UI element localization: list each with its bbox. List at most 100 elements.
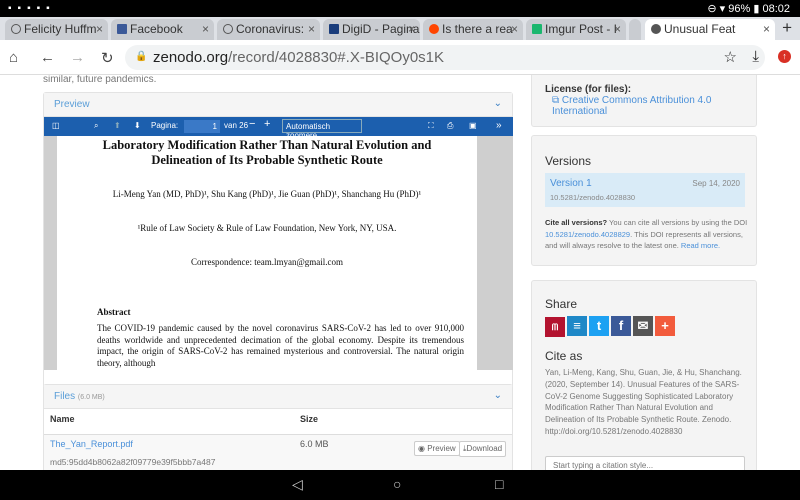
- column-header-size: Size: [300, 414, 319, 424]
- share-title: Share: [545, 297, 578, 311]
- license-box: License (for files): ⧉ Creative Commons …: [531, 75, 757, 127]
- file-md5: md5:95dd4b8062a82f09779e39f5bbb7a487: [50, 457, 216, 467]
- tab-title: Is there a rea: [442, 22, 513, 36]
- more-tools-icon[interactable]: »: [496, 120, 502, 131]
- tab-stack[interactable]: [629, 19, 641, 40]
- table-row: The_Yan_Report.pdf 6.0 MB ◉ Preview ⤓Dow…: [44, 434, 512, 470]
- search-icon[interactable]: ⌕: [94, 121, 98, 131]
- download-icon[interactable]: ⤓: [752, 48, 759, 65]
- close-tab-icon[interactable]: ×: [308, 22, 315, 36]
- new-tab-button[interactable]: +: [782, 18, 792, 38]
- notification-icons: ▪▪▪▪▪: [8, 3, 56, 14]
- fullscreen-icon[interactable]: ⛶: [428, 121, 434, 131]
- download-label: Download: [466, 444, 503, 453]
- zoom-out-button[interactable]: −: [249, 118, 255, 130]
- close-tab-icon[interactable]: ×: [202, 22, 209, 36]
- chevron-down-icon[interactable]: ⌄: [494, 98, 502, 109]
- previous-page-icon[interactable]: ⬆: [114, 121, 121, 130]
- zoom-in-button[interactable]: +: [264, 118, 270, 130]
- page-number-input[interactable]: 1: [184, 120, 220, 133]
- tab-title: Coronavirus:: [236, 22, 305, 36]
- tab[interactable]: Facebook ×: [111, 19, 214, 40]
- addthis-icon[interactable]: +: [655, 316, 675, 336]
- preview-header[interactable]: Preview ⌄: [44, 93, 512, 117]
- paper-authors: Li-Meng Yan (MD, PhD)¹, Shu Kang (PhD)¹,…: [112, 189, 422, 199]
- paper-correspondence: Correspondence: team.lmyan@gmail.com: [191, 257, 343, 267]
- paper-title: Laboratory Modification Rather Than Natu…: [102, 138, 432, 167]
- page-count: van 26: [224, 121, 249, 130]
- close-tab-icon[interactable]: ×: [763, 22, 770, 36]
- tab-favicon-icon: [223, 24, 233, 34]
- license-label: License (for files):: [545, 84, 632, 95]
- tab[interactable]: Felicity Huffm ×: [5, 19, 108, 40]
- tab-favicon-icon: [651, 24, 661, 34]
- tab-title: Unusual Feat: [664, 22, 736, 36]
- close-tab-icon[interactable]: ×: [408, 22, 415, 36]
- sidebar-toggle-icon[interactable]: ◫: [52, 121, 60, 130]
- file-link[interactable]: The_Yan_Report.pdf: [50, 439, 133, 449]
- twitter-icon[interactable]: t: [589, 316, 609, 336]
- chevron-down-icon[interactable]: ⌄: [494, 390, 502, 401]
- star-icon[interactable]: ☆: [724, 48, 737, 66]
- pdf-viewer[interactable]: Laboratory Modification Rather Than Natu…: [44, 136, 513, 370]
- tab[interactable]: DigiD - Pagina ×: [323, 19, 420, 40]
- lock-icon: 🔒: [135, 51, 148, 62]
- pdf-toolbar: ◫ ⌕ ⬆ ⬇ Pagina: 1 van 26 − + Automatisch…: [44, 117, 513, 140]
- preview-button[interactable]: ◉ Preview: [414, 441, 460, 456]
- cite-all-text: You can cite all versions by using the D…: [607, 218, 748, 227]
- home-nav-icon[interactable]: ○: [393, 476, 401, 492]
- file-size: 6.0 MB: [300, 439, 329, 449]
- license-value: Creative Commons Attribution 4.0 Interna…: [552, 95, 712, 117]
- tab-favicon-icon: [429, 24, 439, 34]
- tab-title: Imgur Post - I: [545, 22, 618, 36]
- status-bar: ▪▪▪▪▪ ⊖ ▾ 96% ▮ 08:02: [0, 0, 800, 17]
- share-buttons: ᗰ ≡ t f ✉ +: [545, 316, 677, 337]
- mendeley-icon[interactable]: ᗰ: [545, 317, 565, 337]
- versions-title: Versions: [545, 154, 592, 168]
- save-icon[interactable]: ▣: [469, 121, 477, 130]
- email-icon[interactable]: ✉: [633, 316, 653, 336]
- print-icon[interactable]: ⎙: [447, 121, 453, 131]
- page-content: similar, future pandemics. Preview ⌄ ◫ ⌕ …: [0, 75, 800, 470]
- recents-nav-icon[interactable]: □: [495, 476, 503, 492]
- preview-panel: Preview ⌄ ◫ ⌕ ⬆ ⬇ Pagina: 1 van 26 − + Au…: [43, 92, 513, 388]
- read-more-link[interactable]: Read more.: [681, 241, 720, 250]
- back-nav-icon[interactable]: ◁: [292, 476, 303, 493]
- url-input[interactable]: 🔒 zenodo.org/record/4028830#.X-BIQOy0s1K…: [125, 45, 765, 70]
- concept-doi-link[interactable]: 10.5281/zenodo.4028829: [545, 230, 630, 239]
- eye-icon: ◉: [418, 444, 425, 453]
- cite-as-title: Cite as: [545, 349, 583, 363]
- close-tab-icon[interactable]: ×: [511, 22, 518, 36]
- zoom-select[interactable]: Automatisch zoomere: [282, 119, 362, 140]
- tab[interactable]: Is there a rea ×: [423, 19, 523, 40]
- page-label: Pagina:: [151, 121, 179, 130]
- tab-active[interactable]: Unusual Feat ×: [645, 19, 775, 40]
- back-icon[interactable]: ←: [40, 49, 55, 66]
- version-label[interactable]: Version 1: [550, 178, 592, 189]
- reload-icon[interactable]: ↻: [101, 49, 114, 67]
- tab-favicon-icon: [532, 24, 542, 34]
- tab[interactable]: Imgur Post - I ×: [526, 19, 626, 40]
- pdf-page: Laboratory Modification Rather Than Natu…: [57, 136, 477, 370]
- close-tab-icon[interactable]: ×: [614, 22, 621, 36]
- tab[interactable]: Coronavirus: ×: [217, 19, 320, 40]
- close-tab-icon[interactable]: ×: [96, 22, 103, 36]
- address-bar-row: ⌂ ← → ↻ 🔒 zenodo.org/record/4028830#.X-B…: [0, 40, 800, 75]
- tab-title: Felicity Huffm: [24, 22, 97, 36]
- license-link[interactable]: ⧉ Creative Commons Attribution 4.0 Inter…: [552, 95, 756, 117]
- citation-style-input[interactable]: [545, 456, 745, 470]
- battery-level: 96%: [728, 3, 751, 15]
- next-page-icon[interactable]: ⬇: [134, 121, 141, 130]
- abstract-text: The COVID-19 pandemic caused by the nove…: [97, 323, 464, 368]
- version-item[interactable]: Version 1 Sep 14, 2020 10.5281/zenodo.40…: [545, 173, 745, 207]
- home-icon[interactable]: ⌂: [9, 49, 18, 66]
- files-header[interactable]: Files (6.0 MB) ⌄: [44, 385, 512, 409]
- citeulike-icon[interactable]: ≡: [567, 316, 587, 336]
- abstract-heading: Abstract: [97, 307, 131, 317]
- download-button[interactable]: ⤓Download: [459, 441, 507, 457]
- paper-affiliation: ¹Rule of Law Society & Rule of Law Found…: [137, 223, 397, 233]
- forward-icon[interactable]: →: [70, 49, 85, 66]
- update-icon[interactable]: ↑: [778, 50, 791, 63]
- cite-all-versions: Cite all versions? You can cite all vers…: [545, 217, 750, 252]
- facebook-icon[interactable]: f: [611, 316, 631, 336]
